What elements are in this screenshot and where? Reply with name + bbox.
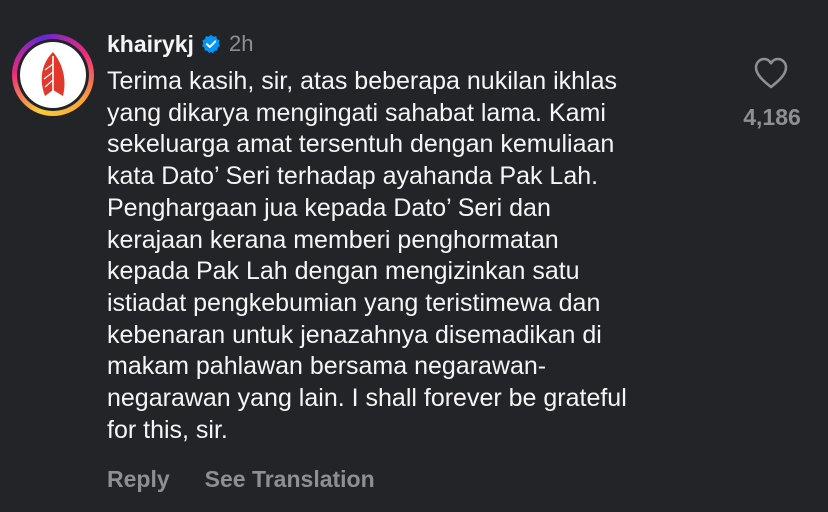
- comment-actions: Reply See Translation: [107, 466, 375, 493]
- avatar[interactable]: [12, 34, 94, 116]
- heart-outline-icon[interactable]: [753, 56, 789, 90]
- profile-picture: [20, 42, 86, 108]
- reply-button[interactable]: Reply: [107, 466, 170, 493]
- comment-text: Terima kasih, sir, atas beberapa nukilan…: [107, 67, 627, 444]
- comment-header: khairykj 2h: [107, 28, 253, 60]
- timestamp: 2h: [228, 31, 254, 56]
- like-count: 4,186: [743, 104, 801, 130]
- avatar-inner: [17, 39, 89, 111]
- red-leaf-logo-icon: [41, 52, 65, 96]
- verified-badge-icon: [201, 34, 221, 54]
- see-translation-button[interactable]: See Translation: [205, 466, 375, 493]
- username[interactable]: khairykj: [107, 31, 194, 58]
